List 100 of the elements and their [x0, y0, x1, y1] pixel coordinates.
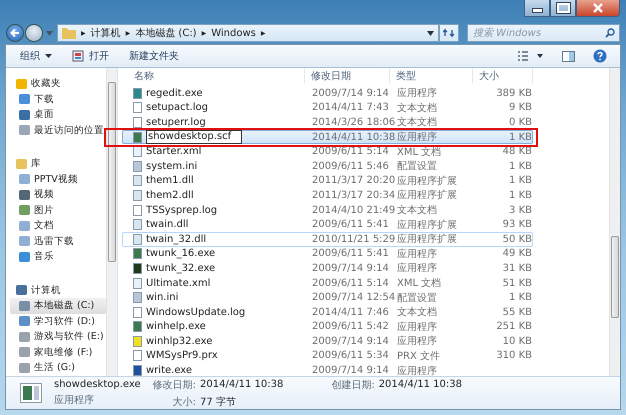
nav-item[interactable]: 家电维修 (F:)	[10, 344, 106, 360]
detail-value: 2014/4/11 10:38	[200, 379, 284, 390]
file-type: 文本文档	[397, 306, 437, 320]
file-type: PRX 文件	[397, 350, 440, 363]
refresh-icon	[443, 28, 455, 38]
file-icon	[133, 160, 142, 172]
rename-field[interactable]: showdesktop.scf	[146, 130, 242, 144]
modified-date: 2009/7/14 9:14	[312, 365, 389, 376]
file-type: 应用程序	[397, 262, 437, 276]
file-type: 应用程序扩展	[397, 174, 457, 188]
breadcrumb[interactable]: 本地磁盘 (C:)	[135, 26, 197, 40]
scrollbar[interactable]	[106, 68, 117, 376]
detail-value: 77 字节	[200, 396, 237, 408]
file-type: 应用程序	[397, 248, 437, 261]
file-icon	[133, 336, 142, 347]
nav-item[interactable]: 游戏与软件 (E:)	[10, 329, 106, 344]
detail-label: 修改日期:	[152, 378, 196, 392]
close-button[interactable]	[576, 0, 620, 17]
nav-item[interactable]: 下载	[10, 92, 106, 107]
file-row[interactable]: system.ini 2009/6/11 5:46 配置设置 1 KB	[122, 158, 533, 174]
nav-item[interactable]: 桌面	[10, 107, 106, 122]
file-name: system.ini	[146, 160, 198, 172]
nav-item[interactable]: 文档	[10, 218, 106, 234]
file-row[interactable]: win.ini 2009/7/14 12:54 配置设置 1 KB	[122, 290, 533, 305]
breadcrumb[interactable]: Windows	[211, 28, 256, 38]
file-icon	[133, 102, 142, 114]
file-type: 文本文档	[397, 204, 437, 218]
nav-icon	[19, 347, 30, 358]
file-name: setupact.log	[146, 102, 208, 114]
file-icon	[133, 116, 142, 128]
file-row[interactable]: Starter.xml 2009/6/11 5:14 XML 文档 48 KB	[122, 144, 533, 159]
file-row[interactable]: twain_32.dll 2010/11/21 5:29 应用程序扩展 50 KB	[122, 232, 533, 247]
nav-item[interactable]: 最近访问的位置	[10, 122, 106, 138]
file-row[interactable]: Ultimate.xml 2009/6/11 5:14 XML 文档 51 KB	[122, 276, 533, 290]
file-row[interactable]: setuperr.log 2014/3/26 18:06 文本文档 0 KB	[122, 115, 533, 130]
toolbar-button[interactable]: 打开	[66, 47, 115, 65]
dropdown-icon[interactable]	[427, 30, 434, 36]
nav-icon	[19, 316, 30, 326]
toolbar-button[interactable]: 组织	[14, 47, 58, 65]
nav-item[interactable]: 迅雷下载	[10, 234, 106, 249]
file-row[interactable]: twain.dll 2009/6/11 5:41 应用程序扩展 93 KB	[122, 217, 533, 232]
scrollbar[interactable]	[609, 68, 620, 376]
breadcrumb[interactable]: 计算机	[90, 26, 121, 40]
modified-date: 2010/11/21 5:29	[312, 234, 396, 245]
file-type: 文本文档	[397, 102, 437, 115]
nav-item[interactable]: 收藏夹	[10, 76, 106, 92]
modified-date: 2009/7/14 12:54	[312, 292, 396, 304]
nav-item[interactable]: 生活 (G:)	[10, 360, 106, 376]
file-row[interactable]: twunk_16.exe 2009/6/11 5:41 应用程序 49 KB	[122, 246, 533, 262]
back-button[interactable]	[6, 24, 24, 42]
selected-file-row[interactable]: showdesktop.scf 2014/4/11 10:38 应用程序 1 KB	[122, 130, 533, 144]
nav-item[interactable]: 学习软件 (D:)	[10, 314, 106, 329]
file-row[interactable]: them2.dll 2011/3/17 20:34 应用程序扩展 1 KB	[122, 188, 533, 203]
nav-item[interactable]: 库	[10, 156, 106, 172]
file-row[interactable]: setupact.log 2014/4/11 7:43 文本文档 9 KB	[122, 100, 533, 116]
column-header[interactable]: 名称	[122, 68, 305, 83]
file-name: twunk_16.exe	[146, 248, 216, 260]
column-header[interactable]: 修改日期	[305, 68, 390, 83]
toolbar-button[interactable]: 新建文件夹	[123, 47, 185, 65]
file-row[interactable]: write.exe 2009/7/14 9:14 应用程序	[122, 363, 533, 378]
modified-date: 2014/4/11 7:43	[312, 102, 389, 114]
modified-date: 2014/4/11 10:38	[312, 132, 396, 143]
modified-date: 2014/4/10 21:49	[312, 204, 396, 216]
forward-button[interactable]	[25, 24, 43, 42]
column-header[interactable]: 大小	[473, 68, 533, 83]
file-row[interactable]: WindowsUpdate.log 2014/4/11 7:46 文本文档 55 KB	[122, 304, 533, 320]
file-icon	[133, 234, 142, 245]
file-row[interactable]: TSSysprep.log 2014/4/10 21:49 文本文档 3 KB	[122, 202, 533, 218]
file-name: win.ini	[146, 292, 178, 304]
nav-item[interactable]: 视频	[10, 187, 106, 202]
file-size: 1 KB	[509, 160, 532, 172]
nav-icon	[19, 110, 30, 120]
file-icon	[133, 219, 142, 230]
nav-icon	[16, 158, 27, 169]
column-header[interactable]: 类型	[390, 68, 473, 83]
nav-item[interactable]: 计算机	[10, 282, 106, 298]
file-name: winhlp32.exe	[146, 336, 212, 347]
refresh-button[interactable]	[439, 24, 459, 42]
nav-item[interactable]: 本地磁盘 (C:)	[10, 298, 106, 314]
file-row[interactable]: winhelp.exe 2009/6/11 5:42 应用程序 251 KB	[122, 320, 533, 334]
nav-icon	[19, 190, 30, 200]
nav-item[interactable]: PPTV视频	[10, 172, 106, 187]
nav-item[interactable]: 音乐	[10, 249, 106, 264]
file-icon	[133, 262, 142, 274]
file-type: 应用程序	[54, 394, 95, 407]
back-arrow-icon	[9, 27, 21, 39]
file-row[interactable]: them1.dll 2011/3/17 20:20 应用程序扩展 1 KB	[122, 174, 533, 188]
file-row[interactable]: winhlp32.exe 2009/7/14 9:14 应用程序 10 KB	[122, 334, 533, 349]
minimize-button[interactable]	[524, 0, 550, 17]
file-row[interactable]: WMSysPr9.prx 2009/6/11 5:34 PRX 文件 310 KB	[122, 348, 533, 364]
file-icon	[133, 146, 142, 158]
nav-icon	[19, 205, 30, 216]
nav-item[interactable]: 图片	[10, 202, 106, 218]
file-icon	[133, 365, 142, 376]
file-row[interactable]: twunk_32.exe 2009/7/14 9:14 应用程序 31 KB	[122, 261, 533, 276]
file-row[interactable]: regedit.exe 2009/7/14 9:14 应用程序 389 KB	[122, 86, 533, 101]
search-field[interactable]: 搜索 Windows	[467, 24, 620, 42]
file-size: 50 KB	[502, 234, 532, 245]
maximize-button[interactable]	[550, 0, 576, 17]
file-name: twain_32.dll	[146, 234, 206, 245]
